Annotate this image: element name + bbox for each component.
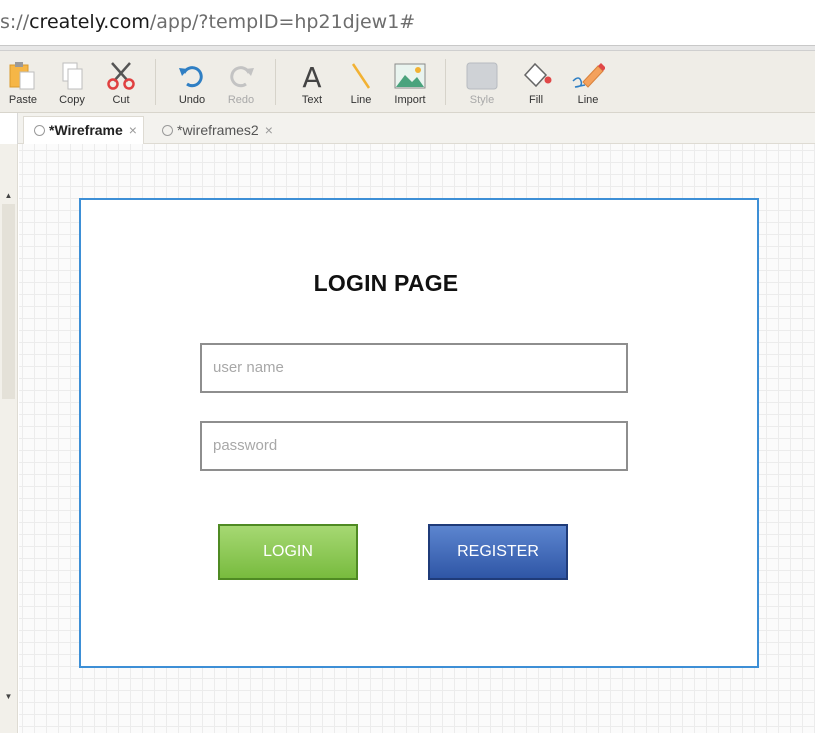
toolbar-divider <box>155 59 156 105</box>
copy-label: Copy <box>59 94 85 106</box>
fill-label: Fill <box>528 94 544 106</box>
password-field[interactable]: password <box>200 421 628 471</box>
copy-button[interactable]: Copy <box>50 57 94 107</box>
text-label: Text <box>301 94 323 106</box>
line-label: Line <box>350 94 372 106</box>
import-button[interactable]: Import <box>388 57 432 107</box>
url-path: /app/?tempID=hp21djew1# <box>149 11 416 33</box>
url-domain: creately.com <box>29 11 150 33</box>
style-button[interactable]: Style <box>460 57 504 107</box>
paste-icon <box>1 61 45 91</box>
scissors-icon <box>99 61 143 91</box>
import-label: Import <box>394 94 426 106</box>
page-title: LOGIN PAGE <box>313 270 459 296</box>
scrollbar-thumb[interactable] <box>2 204 15 399</box>
fill-button[interactable]: Fill <box>514 57 558 107</box>
image-icon <box>388 61 432 91</box>
login-button[interactable]: LOGIN <box>218 524 358 580</box>
toolbar-divider <box>275 59 276 105</box>
tab-wireframes2-label: *wireframes2 <box>177 122 259 138</box>
tab-wireframes2[interactable]: *wireframes2 × <box>151 116 280 144</box>
text-icon: A <box>290 61 334 91</box>
register-button[interactable]: REGISTER <box>428 524 568 580</box>
style-label: Style <box>469 94 495 106</box>
username-field[interactable]: user name <box>200 343 628 393</box>
line-icon <box>339 61 383 91</box>
scroll-down-icon[interactable]: ▼ <box>0 689 17 705</box>
pencil-line-icon <box>566 61 610 91</box>
scroll-up-icon[interactable]: ▲ <box>0 188 17 204</box>
line-style-button[interactable]: Line <box>566 57 610 107</box>
redo-button[interactable]: Redo <box>219 57 263 107</box>
address-bar[interactable]: s://creately.com/app/?tempID=hp21djew1# <box>0 0 815 46</box>
undo-icon <box>170 61 214 91</box>
style-swatch-icon <box>460 61 504 91</box>
editor-toolbar: Paste Copy Cut Undo Redo A Text Line Imp… <box>0 51 815 113</box>
line-style-label: Line <box>577 94 599 106</box>
tab-wireframe[interactable]: *Wireframe × <box>23 116 144 144</box>
close-icon[interactable]: × <box>265 122 273 138</box>
copy-icon <box>50 61 94 91</box>
close-icon[interactable]: × <box>129 122 137 138</box>
paste-button[interactable]: Paste <box>1 57 45 107</box>
paste-label: Paste <box>8 94 38 106</box>
redo-label: Redo <box>227 94 255 106</box>
tab-wireframe-label: *Wireframe <box>49 122 123 138</box>
undo-button[interactable]: Undo <box>170 57 214 107</box>
toolbar-divider <box>445 59 446 105</box>
url-prefix: s:// <box>0 11 30 33</box>
redo-icon <box>219 61 263 91</box>
line-button[interactable]: Line <box>339 57 383 107</box>
undo-label: Undo <box>178 94 206 106</box>
text-button[interactable]: A Text <box>290 57 334 107</box>
fill-bucket-icon <box>514 61 558 91</box>
vertical-scrollbar[interactable]: ▲ ▼ <box>0 144 18 733</box>
cut-label: Cut <box>112 94 130 106</box>
cut-button[interactable]: Cut <box>99 57 143 107</box>
unsaved-circle-icon <box>162 125 173 136</box>
unsaved-circle-icon <box>34 125 45 136</box>
panel-edge <box>0 113 18 144</box>
wireframe-frame[interactable]: LOGIN PAGE user name password LOGIN REGI… <box>79 198 759 668</box>
svg-text:A: A <box>302 61 321 91</box>
document-tabs: *Wireframe × *wireframes2 × <box>0 113 815 144</box>
